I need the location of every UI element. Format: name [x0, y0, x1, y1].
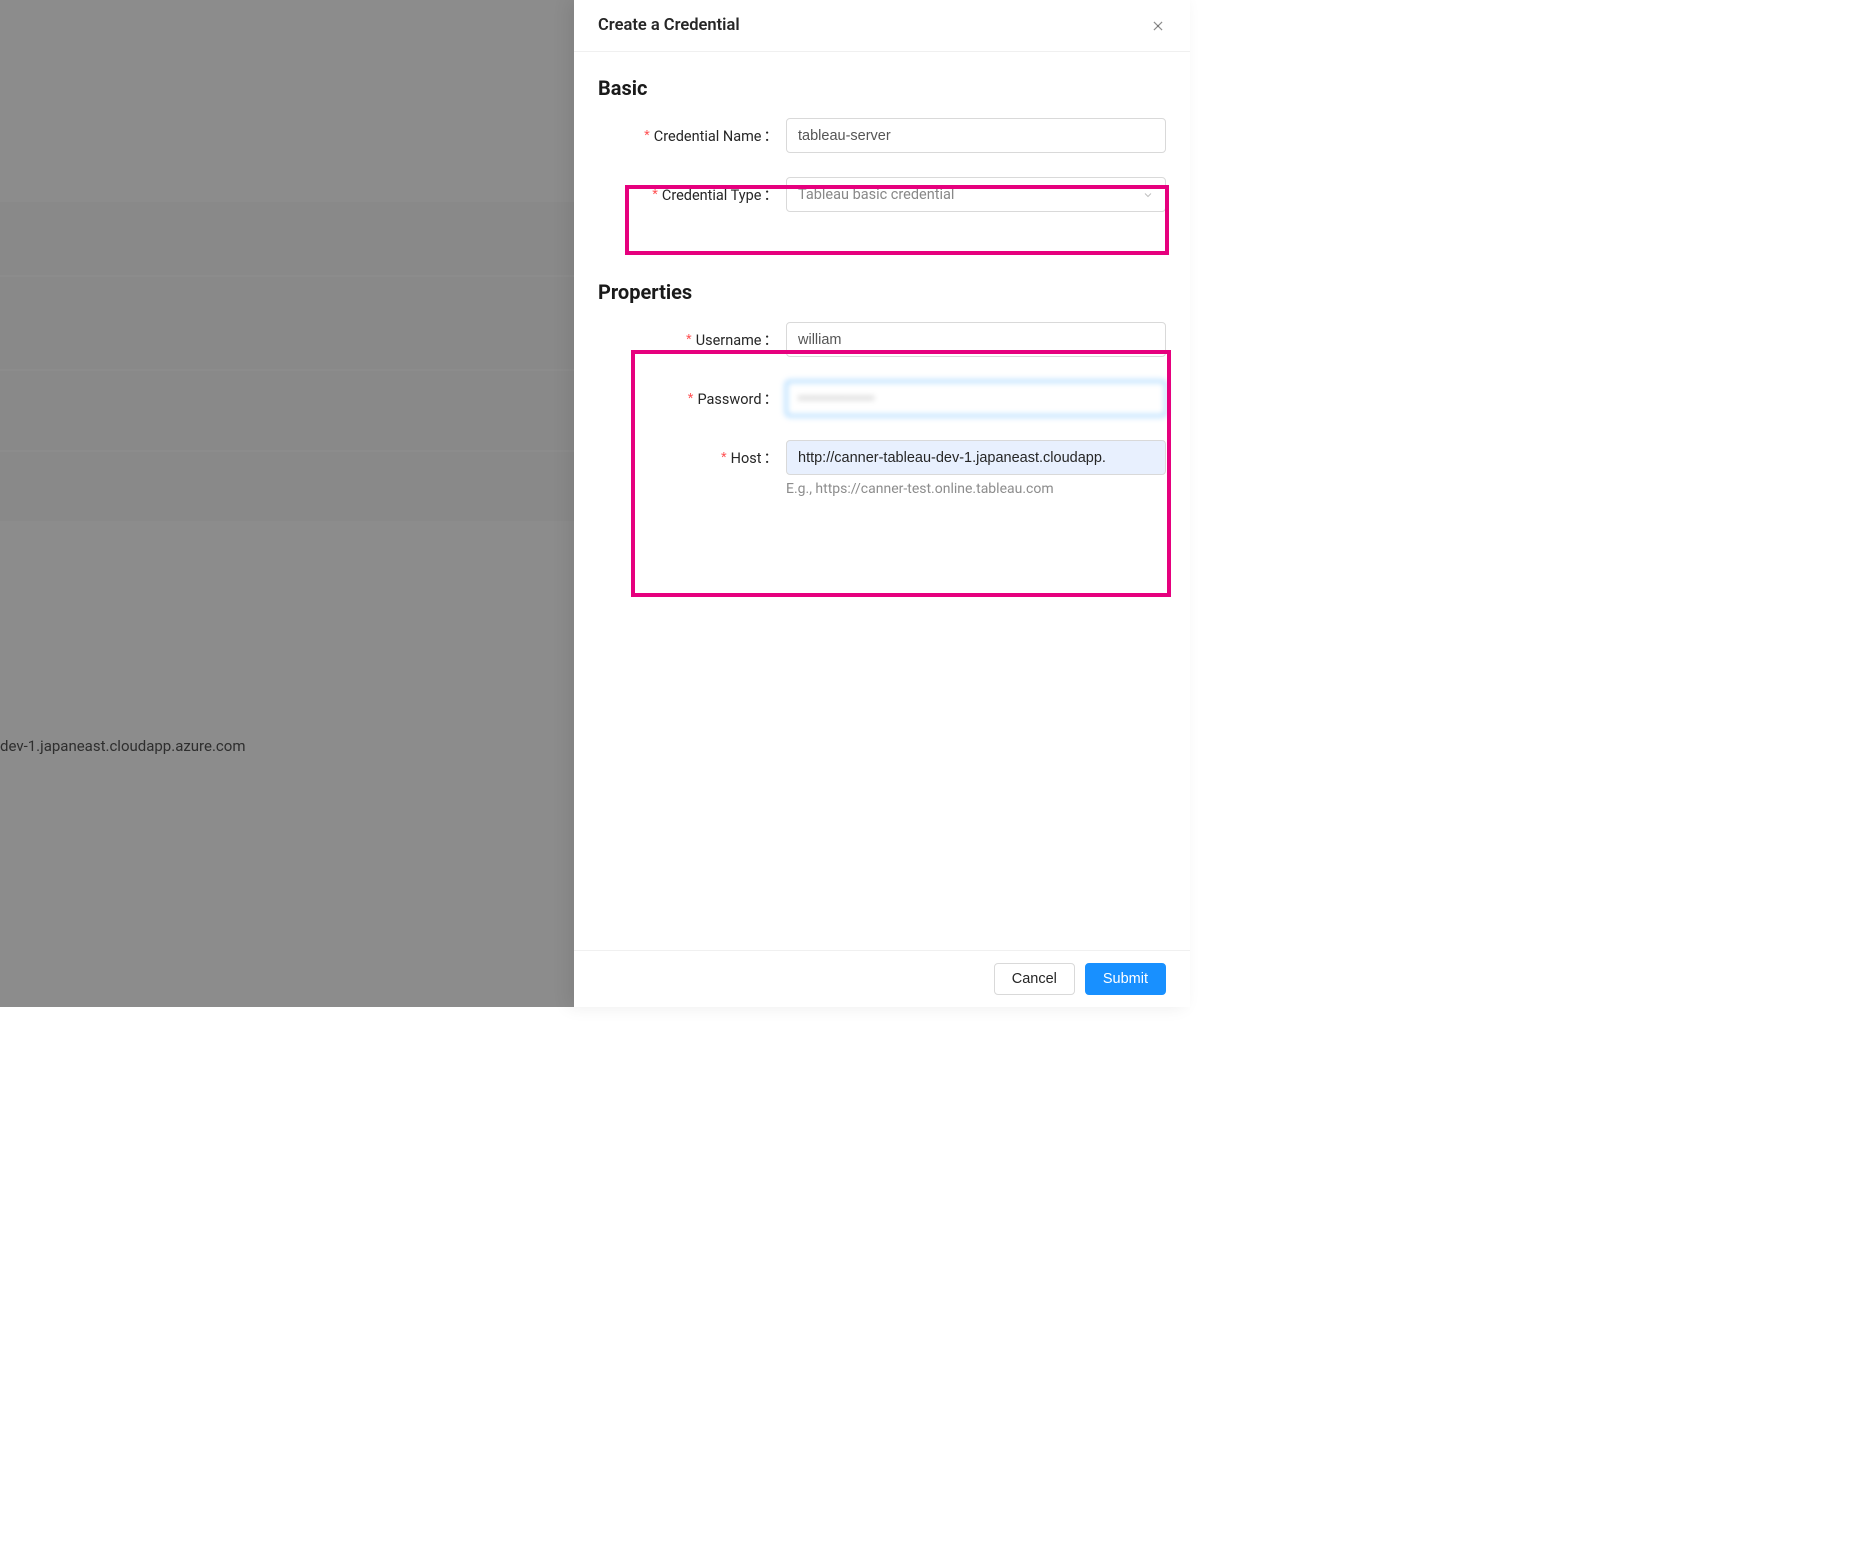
credential-type-value: Tableau basic credential	[798, 186, 954, 203]
credential-name-control	[786, 118, 1166, 153]
username-control	[786, 322, 1166, 357]
field-username: * Username	[598, 322, 1166, 357]
chevron-down-icon	[1142, 189, 1154, 201]
required-asterisk: *	[721, 450, 727, 466]
required-asterisk: *	[686, 332, 692, 348]
required-asterisk: *	[688, 391, 694, 407]
credential-type-label: Credential Type	[662, 184, 778, 205]
username-label: Username	[696, 329, 778, 350]
host-input[interactable]	[786, 440, 1166, 475]
submit-button[interactable]: Submit	[1085, 963, 1166, 995]
credential-name-label: Credential Name	[654, 125, 778, 146]
username-input[interactable]	[786, 322, 1166, 357]
create-credential-drawer: Create a Credential Basic * Credential N…	[574, 0, 1190, 1007]
username-label-col: * Username	[598, 322, 786, 350]
field-host: * Host E.g., https://canner-test.online.…	[598, 440, 1166, 497]
credential-type-control: Tableau basic credential	[786, 177, 1166, 212]
credential-name-input[interactable]	[786, 118, 1166, 153]
drawer-footer: Cancel Submit	[574, 950, 1190, 1007]
required-asterisk: *	[644, 128, 650, 144]
field-credential-type: * Credential Type Tableau basic credenti…	[598, 177, 1166, 212]
host-hint: E.g., https://canner-test.online.tableau…	[786, 481, 1166, 497]
host-label-col: * Host	[598, 440, 786, 468]
host-label: Host	[731, 447, 778, 468]
host-control: E.g., https://canner-test.online.tableau…	[786, 440, 1166, 497]
drawer-body: Basic * Credential Name * Credential Typ…	[574, 52, 1190, 950]
cancel-button[interactable]: Cancel	[994, 963, 1075, 995]
field-credential-name: * Credential Name	[598, 118, 1166, 153]
drawer-title: Create a Credential	[598, 16, 740, 35]
section-properties: Properties * Username * Password	[598, 280, 1166, 497]
section-basic-heading: Basic	[598, 76, 1166, 100]
credential-name-label-col: * Credential Name	[598, 118, 786, 146]
section-basic: Basic * Credential Name * Credential Typ…	[598, 76, 1166, 212]
password-label-col: * Password	[598, 381, 786, 409]
page-root: dev-1.japaneast.cloudapp.azure.com Creat…	[0, 0, 1190, 1007]
section-properties-heading: Properties	[598, 280, 1166, 304]
credential-type-select[interactable]: Tableau basic credential	[786, 177, 1166, 212]
required-asterisk: *	[652, 187, 658, 203]
password-control	[786, 381, 1166, 416]
close-icon[interactable]	[1150, 18, 1166, 34]
credential-type-label-col: * Credential Type	[598, 177, 786, 205]
password-label: Password	[697, 388, 778, 409]
password-input[interactable]	[786, 381, 1166, 416]
field-password: * Password	[598, 381, 1166, 416]
drawer-header: Create a Credential	[574, 0, 1190, 52]
